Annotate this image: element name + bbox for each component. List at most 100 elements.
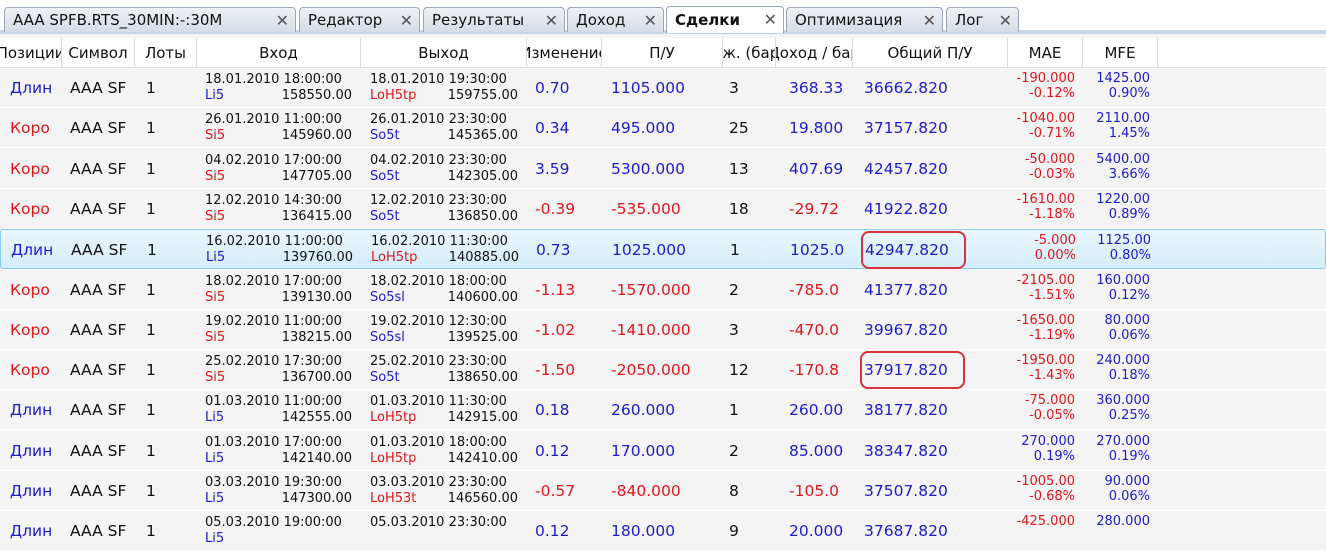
exit-date: 01.03.2010 11:30:00 [370, 394, 507, 410]
column-header[interactable]: Общий П/У [853, 38, 1008, 68]
mae-percent: -0.03% [1029, 166, 1075, 182]
lots-cell: 1 [146, 482, 156, 500]
pnl-cell: 260.000 [611, 401, 676, 420]
tab-bar: AAA SPFB.RTS_30MIN:-:30M ✕ Редактор ✕ Резуль… [0, 0, 1326, 34]
profit-per-bar-cell: 1025.0 [790, 241, 845, 260]
table-row[interactable]: Длин AAA SF 1 16.02.2010 11:00:00 Li5 13… [0, 229, 1326, 270]
exit-price: 159755.00 [447, 88, 518, 103]
table-row[interactable]: Длин AAA SF 1 18.01.2010 18:00:00 Li5 15… [0, 68, 1326, 108]
total-pnl-cell: 39967.820 [864, 320, 948, 339]
mae-cell: -50.000 -0.03% [1005, 152, 1075, 182]
bars-cell: 18 [729, 199, 749, 218]
column-header-label: Лоты [144, 44, 187, 62]
exit-date: 05.03.2010 23:30:00 [370, 515, 507, 531]
profit-per-bar-cell: 407.69 [789, 159, 844, 178]
column-header[interactable]: Выход [361, 38, 527, 68]
table-row[interactable]: Длин AAA SF 1 01.03.2010 11:00:00 Li5 14… [0, 390, 1326, 431]
column-header[interactable]: Позиции [0, 38, 62, 68]
tab-label: Редактор [308, 11, 383, 29]
mae-cell: -5.000 0.00% [1006, 233, 1076, 263]
entry-signal: Si5 [205, 168, 226, 184]
close-icon[interactable]: ✕ [276, 11, 289, 30]
mfe-value: 240.000 [1096, 353, 1150, 369]
tab-5[interactable]: Оптимизация ✕ [786, 7, 943, 32]
entry-signal: Si5 [205, 329, 226, 345]
exit-signal: So5t [370, 208, 400, 224]
entry-price: 136700.00 [281, 370, 352, 386]
tab-4[interactable]: Сделки ✕ [666, 6, 784, 33]
mfe-cell: 1125.00 0.80% [1081, 233, 1151, 263]
change-cell: 0.12 [535, 522, 570, 541]
tab-6[interactable]: Лог ✕ [946, 7, 1019, 32]
entry-signal: Si5 [205, 370, 226, 386]
mfe-value: 2110.00 [1096, 111, 1150, 127]
column-header[interactable]: Изменение [527, 38, 602, 68]
bars-cell: 13 [729, 159, 749, 178]
symbol-cell: AAA SF [70, 401, 127, 420]
profit-per-bar-cell: -170.8 [789, 361, 839, 380]
column-header[interactable]: MFE [1083, 38, 1158, 68]
profit-per-bar-cell: -105.0 [789, 482, 839, 500]
lots-cell: 1 [146, 522, 156, 541]
table-row[interactable]: Коро AAA SF 1 26.01.2010 11:00:00 Si5 14… [0, 108, 1326, 149]
table-row[interactable]: Коро AAA SF 1 19.02.2010 11:00:00 Si5 13… [0, 310, 1326, 350]
symbol-cell: AAA SF [70, 199, 127, 218]
exit-price: 138650.00 [447, 370, 518, 386]
lots-cell: 1 [146, 401, 156, 420]
position-cell: Коро [10, 199, 50, 218]
lots-cell: 1 [146, 159, 156, 178]
column-header[interactable]: Лоты [135, 38, 197, 68]
mae-cell: -190.000 -0.12% [1005, 71, 1075, 101]
position-cell: Длин [10, 441, 53, 460]
exit-price: 142915.00 [447, 410, 518, 426]
entry-date: 01.03.2010 11:00:00 [205, 394, 342, 410]
close-icon[interactable]: ✕ [545, 11, 558, 30]
close-icon[interactable]: ✕ [764, 10, 777, 29]
mfe-percent: 0.90% [1108, 86, 1150, 101]
mfe-percent: 0.80% [1109, 248, 1151, 264]
pnl-cell: -1410.000 [611, 320, 691, 339]
column-header[interactable]: MAE [1008, 38, 1083, 68]
column-header[interactable]: Вход [197, 38, 361, 68]
entry-price: 145960.00 [281, 128, 352, 144]
close-icon[interactable]: ✕ [644, 11, 657, 30]
entry-date: 16.02.2010 11:00:00 [206, 234, 343, 250]
table-row[interactable]: Длин AAA SF 1 01.03.2010 17:00:00 Li5 14… [0, 431, 1326, 471]
column-header[interactable]: Доход / бар [776, 38, 853, 68]
tab-label: Лог [955, 11, 984, 29]
mae-percent: -1.18% [1029, 206, 1075, 222]
close-icon[interactable]: ✕ [923, 11, 936, 30]
table-row[interactable]: Коро AAA SF 1 18.02.2010 17:00:00 Si5 13… [0, 270, 1326, 310]
symbol-cell: AAA SF [70, 361, 127, 380]
close-icon[interactable]: ✕ [400, 11, 413, 30]
exit-date: 18.02.2010 18:00:00 [370, 273, 507, 289]
lots-cell: 1 [146, 320, 156, 339]
tab-0[interactable]: AAA SPFB.RTS_30MIN:-:30M ✕ [4, 7, 296, 32]
tab-3[interactable]: Доход ✕ [567, 7, 664, 32]
mfe-percent: 0.89% [1108, 206, 1150, 222]
total-pnl-cell: 37687.820 [864, 522, 948, 541]
table-row[interactable]: Длин AAA SF 1 03.03.2010 19:30:00 Li5 14… [0, 471, 1326, 511]
change-cell: 0.34 [535, 119, 570, 138]
entry-date: 05.03.2010 19:00:00 [205, 515, 342, 531]
column-header[interactable]: Длж. (бары) [723, 38, 776, 68]
column-header-label: Доход / бар [776, 44, 852, 62]
table-row[interactable]: Коро AAA SF 1 12.02.2010 14:30:00 Si5 13… [0, 189, 1326, 229]
column-header[interactable]: Символ [62, 38, 135, 68]
table-row[interactable]: Длин AAA SF 1 05.03.2010 19:00:00 Li5 05… [0, 511, 1326, 551]
table-row[interactable]: Коро AAA SF 1 04.02.2010 17:00:00 Si5 14… [0, 149, 1326, 189]
profit-per-bar-cell: 260.00 [789, 401, 844, 420]
mae-cell: -75.000 -0.05% [1005, 393, 1075, 423]
mae-value: -5.000 [1034, 233, 1076, 249]
change-cell: 0.70 [535, 79, 570, 97]
tab-1[interactable]: Редактор ✕ [299, 7, 420, 32]
close-icon[interactable]: ✕ [999, 11, 1012, 30]
table-row[interactable]: Коро AAA SF 1 25.02.2010 17:30:00 Si5 13… [0, 350, 1326, 391]
table-header: Позиции Символ Лоты Вход Выход Изменение П/У Дл… [0, 38, 1326, 68]
tab-2[interactable]: Результаты ✕ [423, 7, 565, 32]
position-cell: Коро [10, 320, 50, 339]
mfe-cell: 270.000 0.19% [1080, 434, 1150, 464]
column-header[interactable]: П/У [602, 38, 723, 68]
bars-cell: 2 [729, 441, 739, 460]
exit-signal: LoH5tp [371, 250, 418, 266]
